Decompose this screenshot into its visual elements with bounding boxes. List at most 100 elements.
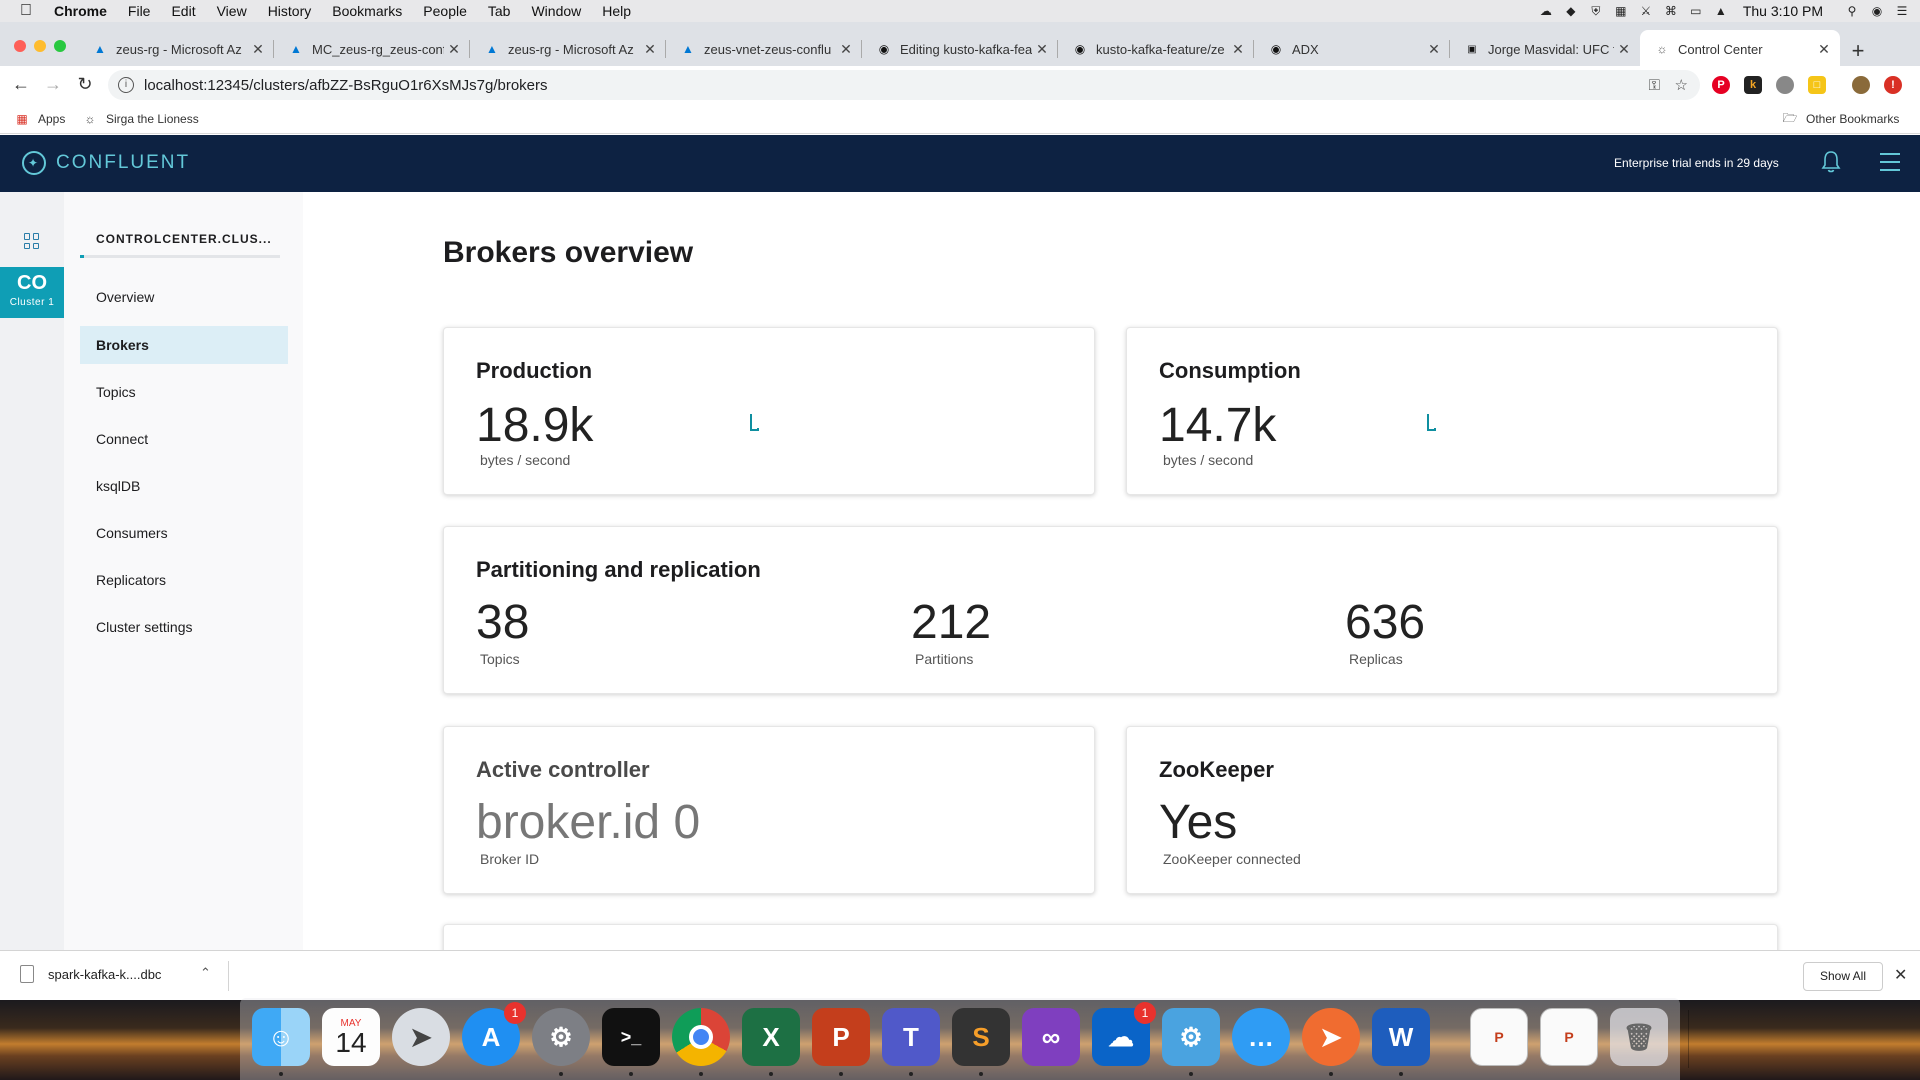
browser-tab[interactable]: ◉ kusto-kafka-feature/ze ✕: [1058, 30, 1254, 68]
user-account-icon[interactable]: ◉: [1869, 4, 1885, 18]
zoom-window-button[interactable]: [54, 40, 66, 52]
azure-storage-explorer-icon[interactable]: ⚙: [1162, 1008, 1220, 1066]
other-bookmarks[interactable]: 🗁 Other Bookmarks: [1782, 111, 1900, 127]
new-tab-button[interactable]: +: [1846, 38, 1870, 64]
back-arrow-icon[interactable]: ←: [10, 74, 32, 95]
sublime-text-icon[interactable]: S: [952, 1008, 1010, 1066]
app-store-icon[interactable]: A 1: [462, 1002, 526, 1066]
partitioning-card[interactable]: Partitioning and replication 38 Topics 2…: [443, 526, 1778, 694]
clipper-icon[interactable]: □: [1808, 76, 1826, 94]
keepa-icon[interactable]: k: [1744, 76, 1762, 94]
notification-bell-icon[interactable]: [1820, 149, 1842, 175]
eject-icon[interactable]: ▲: [1713, 4, 1729, 18]
browser-tab[interactable]: ▲ zeus-vnet-zeus-conflu ✕: [666, 30, 862, 68]
powerpoint-document-thumbnail[interactable]: P: [1470, 1008, 1528, 1066]
bookmark-star-icon[interactable]: ☆: [1675, 76, 1688, 94]
close-tab-icon[interactable]: ✕: [836, 41, 856, 58]
chevron-up-icon[interactable]: ⌃: [200, 965, 211, 981]
close-tab-icon[interactable]: ✕: [1814, 41, 1834, 58]
hamburger-menu-icon[interactable]: [1880, 153, 1900, 171]
chrome-icon[interactable]: [672, 1008, 730, 1066]
messages-icon[interactable]: …: [1232, 1008, 1290, 1066]
system-preferences-icon[interactable]: ⚙: [532, 1008, 590, 1066]
launchpad-icon[interactable]: ➤: [392, 1008, 450, 1066]
apps-bookmark[interactable]: ▦ Apps: [14, 112, 65, 126]
close-tab-icon[interactable]: ✕: [1228, 41, 1248, 58]
close-window-button[interactable]: [14, 40, 26, 52]
powerpoint-document-thumbnail[interactable]: P: [1540, 1008, 1598, 1066]
pinterest-icon[interactable]: P: [1712, 76, 1730, 94]
cluster-badge[interactable]: CO Cluster 1: [0, 267, 64, 318]
reload-icon[interactable]: ↻: [74, 74, 96, 95]
trash-icon[interactable]: 🗑: [1610, 1008, 1668, 1066]
browser-tab[interactable]: ▲ zeus-rg - Microsoft Az ✕: [78, 30, 274, 68]
airplay-icon[interactable]: ▭: [1688, 4, 1704, 18]
sidebar-item-brokers[interactable]: Brokers: [80, 326, 288, 364]
bookmark-sirga[interactable]: ☼ Sirga the Lioness: [82, 112, 199, 126]
sidebar-item-consumers[interactable]: Consumers: [80, 514, 288, 552]
browser-tab-active[interactable]: ☼ Control Center ✕: [1640, 30, 1840, 68]
close-tab-icon[interactable]: ✕: [640, 41, 660, 58]
menu-tab[interactable]: Tab: [488, 3, 511, 19]
menu-clock[interactable]: Thu 3:10 PM: [1743, 3, 1823, 19]
menu-edit[interactable]: Edit: [171, 3, 195, 19]
sidebar-item-ksqldb[interactable]: ksqlDB: [80, 467, 288, 505]
sidebar-item-connect[interactable]: Connect: [80, 420, 288, 458]
grid-status-icon[interactable]: ▦: [1613, 4, 1629, 18]
finder-icon[interactable]: ☺: [252, 1008, 310, 1066]
sidebar-item-cluster-settings[interactable]: Cluster settings: [80, 608, 288, 646]
close-tab-icon[interactable]: ✕: [248, 41, 268, 58]
sidebar-item-overview[interactable]: Overview: [80, 278, 288, 316]
postman-icon[interactable]: ➤: [1302, 1008, 1360, 1066]
cloud-sync-icon[interactable]: ☁: [1538, 4, 1554, 18]
browser-tab[interactable]: ◉ ADX ✕: [1254, 30, 1450, 68]
browser-tab[interactable]: ▲ zeus-rg - Microsoft Az ✕: [470, 30, 666, 68]
security-icon[interactable]: ⚔: [1638, 4, 1654, 18]
onedrive-icon[interactable]: ☁ 1: [1092, 1002, 1156, 1066]
address-bar[interactable]: i localhost:12345/clusters/afbZZ-BsRguO1…: [108, 70, 1700, 100]
cluster-title[interactable]: CONTROLCENTER.CLUS...: [96, 232, 272, 246]
sidebar-item-topics[interactable]: Topics: [80, 373, 288, 411]
shield-icon[interactable]: ⛨: [1588, 4, 1604, 18]
download-item[interactable]: spark-kafka-k....dbc: [20, 965, 161, 983]
spotlight-search-icon[interactable]: ⚲: [1844, 4, 1860, 18]
terminal-icon[interactable]: >_: [602, 1008, 660, 1066]
wifi-icon[interactable]: ⌘: [1663, 4, 1679, 18]
visual-studio-icon[interactable]: ∞: [1022, 1008, 1080, 1066]
apple-menu-icon[interactable]: : [20, 2, 40, 20]
sidebar-item-replicators[interactable]: Replicators: [80, 561, 288, 599]
close-tab-icon[interactable]: ✕: [444, 41, 464, 58]
dropbox-icon[interactable]: ◆: [1563, 4, 1579, 18]
key-icon[interactable]: ⚿: [1649, 77, 1660, 94]
teams-icon[interactable]: T: [882, 1008, 940, 1066]
minimize-window-button[interactable]: [34, 40, 46, 52]
production-card[interactable]: Production 18.9k bytes / second: [443, 327, 1095, 495]
menu-people[interactable]: People: [423, 3, 467, 19]
url-text[interactable]: localhost:12345/clusters/afbZZ-BsRguO1r6…: [144, 77, 548, 94]
close-icon[interactable]: ✕: [1894, 965, 1907, 985]
browser-tab[interactable]: ▲ MC_zeus-rg_zeus-conf ✕: [274, 30, 470, 68]
browser-tab[interactable]: ▣ Jorge Masvidal: UFC fi ✕: [1450, 30, 1640, 68]
notification-center-icon[interactable]: ☰: [1894, 4, 1910, 18]
close-tab-icon[interactable]: ✕: [1424, 41, 1444, 58]
active-controller-card[interactable]: Active controller broker.id 0 Broker ID: [443, 726, 1095, 894]
excel-icon[interactable]: X: [742, 1008, 800, 1066]
word-icon[interactable]: W: [1372, 1008, 1430, 1066]
close-tab-icon[interactable]: ✕: [1614, 41, 1634, 58]
menu-help[interactable]: Help: [602, 3, 631, 19]
consumption-card[interactable]: Consumption 14.7k bytes / second: [1126, 327, 1778, 495]
close-tab-icon[interactable]: ✕: [1032, 41, 1052, 58]
confluent-logo[interactable]: ✦ CONFLUENT: [22, 151, 190, 175]
profile-avatar[interactable]: [1852, 76, 1870, 94]
menu-app-name[interactable]: Chrome: [54, 3, 107, 19]
show-all-button[interactable]: Show All: [1803, 962, 1883, 991]
menu-file[interactable]: File: [128, 3, 151, 19]
menu-view[interactable]: View: [217, 3, 247, 19]
forward-arrow-icon[interactable]: →: [42, 74, 64, 95]
powerpoint-icon[interactable]: P: [812, 1008, 870, 1066]
menu-history[interactable]: History: [268, 3, 312, 19]
extension-circle-icon[interactable]: [1776, 76, 1794, 94]
all-clusters-grid-icon[interactable]: [24, 233, 40, 249]
menu-bookmarks[interactable]: Bookmarks: [332, 3, 402, 19]
zookeeper-card[interactable]: ZooKeeper Yes ZooKeeper connected: [1126, 726, 1778, 894]
